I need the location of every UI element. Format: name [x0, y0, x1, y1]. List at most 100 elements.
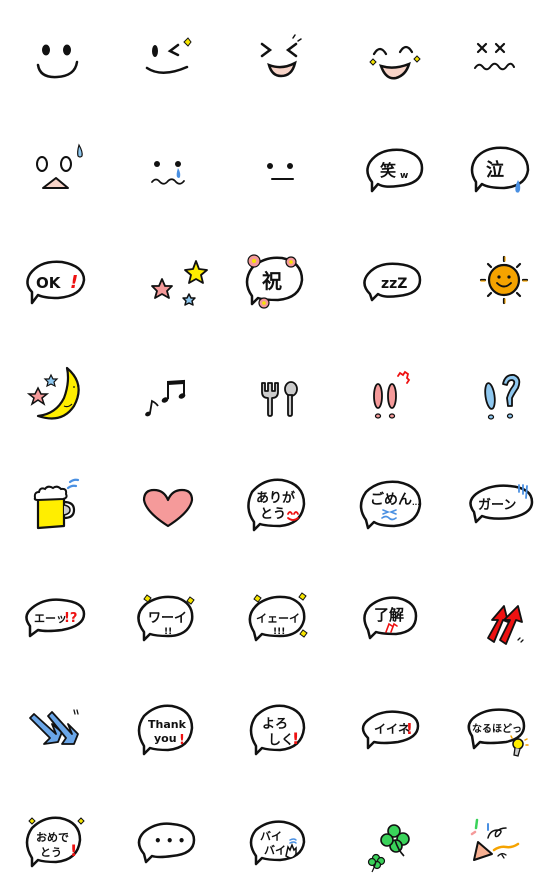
sticker-clover[interactable]	[336, 784, 448, 896]
sticker-roger-bubble[interactable]: 了解	[336, 560, 448, 672]
sticker-crying-face[interactable]	[112, 112, 224, 224]
speech-bubble-icon: ワーイ !!	[137, 594, 195, 642]
bubble-text: • • •	[154, 834, 185, 848]
sticker-grid: 笑 w 泣 OK ! 祝 zzZ ありが とう ごめん ... ガーン エーッ …	[0, 0, 560, 896]
bubble-accent: !	[179, 733, 185, 748]
sticker-smile-face[interactable]	[0, 0, 112, 112]
laugh-face-icon	[260, 34, 302, 78]
bubble-text: 泣	[486, 159, 504, 181]
sticker-heart[interactable]	[112, 448, 224, 560]
sticker-party-popper[interactable]	[448, 784, 560, 896]
bubble-text: zzZ	[381, 276, 407, 292]
dizzy-face-icon	[474, 42, 515, 71]
sticker-neutral-face[interactable]	[224, 112, 336, 224]
bubble-accent: !	[292, 729, 299, 748]
bubble-text: よろ	[262, 717, 288, 732]
bubble-text: エーッ	[34, 612, 67, 625]
bubble-text: ワーイ	[148, 611, 187, 626]
clover-icon	[367, 824, 410, 873]
bubble-subtext: !!!	[273, 627, 285, 637]
bubble-text-line2: バイ	[264, 844, 286, 857]
sticker-blue-down-arrows[interactable]	[0, 672, 112, 784]
bubble-text-line2: とう	[40, 846, 62, 859]
sticker-wink-face[interactable]	[112, 0, 224, 112]
sticker-moon-stars[interactable]	[0, 336, 112, 448]
sticker-ellipsis-bubble[interactable]: • • •	[112, 784, 224, 896]
bubble-text: Thank	[148, 718, 187, 731]
crying-face-icon	[151, 161, 185, 185]
sticker-ok-bubble[interactable]: OK !	[0, 224, 112, 336]
bubble-accent: !	[406, 720, 413, 738]
sticker-dizzy-face[interactable]	[448, 0, 560, 112]
red-up-arrows-icon	[487, 605, 524, 645]
sticker-exclamation-question[interactable]	[448, 336, 560, 448]
speech-bubble-icon: バイ バイ	[249, 820, 306, 866]
smile-face-icon	[36, 44, 79, 79]
speech-bubble-icon: ガーン	[469, 484, 534, 524]
stars-icon	[151, 260, 208, 306]
bubble-text: 祝	[262, 269, 282, 293]
exclamation-question-icon	[484, 374, 521, 420]
speech-bubble-icon: OK !	[26, 260, 86, 305]
sticker-cry-bubble[interactable]: 泣	[448, 112, 560, 224]
sticker-surprised-sweat-face[interactable]	[0, 112, 112, 224]
bubble-text: OK	[36, 274, 62, 292]
music-notes-icon	[145, 379, 186, 417]
happy-sparkle-face-icon	[369, 45, 421, 80]
speech-bubble-icon: 了解	[363, 596, 418, 640]
wink-face-icon	[145, 37, 192, 74]
sticker-yay-bubble[interactable]: ワーイ !!	[112, 560, 224, 672]
bubble-text: イイネ	[374, 722, 410, 736]
bubble-subtext: w	[400, 171, 408, 181]
sticker-naruhodo-bubble[interactable]: なるほどっ	[448, 672, 560, 784]
sticker-bye-bubble[interactable]: バイ バイ	[224, 784, 336, 896]
sticker-red-up-arrows[interactable]	[448, 560, 560, 672]
bubble-text: ガーン	[478, 498, 516, 513]
heart-icon	[142, 488, 194, 528]
sticker-yeah-bubble[interactable]: イェーイ !!!	[224, 560, 336, 672]
beer-mug-icon	[33, 478, 80, 530]
speech-bubble-icon: 泣	[470, 146, 530, 193]
sticker-music-notes[interactable]	[112, 336, 224, 448]
sticker-thanks-bubble[interactable]: ありが とう	[224, 448, 336, 560]
sticker-laugh-bubble[interactable]: 笑 w	[336, 112, 448, 224]
speech-bubble-icon: zzZ	[363, 262, 422, 302]
speech-bubble-icon: よろ しく !	[249, 704, 306, 756]
sticker-sleep-bubble[interactable]: zzZ	[336, 224, 448, 336]
sticker-shock-bubble[interactable]: ガーン	[448, 448, 560, 560]
fork-spoon-icon	[261, 381, 298, 417]
bubble-text: バイ	[260, 830, 282, 843]
sticker-yoroshiku-bubble[interactable]: よろ しく !	[224, 672, 336, 784]
sticker-thank-you-bubble[interactable]: Thank you !	[112, 672, 224, 784]
double-exclamation-icon	[373, 370, 411, 419]
bubble-text: ごめん	[370, 491, 412, 508]
sticker-laugh-face[interactable]	[224, 0, 336, 112]
speech-bubble-icon: イイネ !	[361, 710, 420, 750]
sticker-beer-mug[interactable]	[0, 448, 112, 560]
anger-mark-icon	[397, 370, 411, 384]
speech-bubble-icon: なるほどっ	[467, 708, 529, 757]
sticker-eh-bubble[interactable]: エーッ !?	[0, 560, 112, 672]
sticker-stars[interactable]	[112, 224, 224, 336]
sticker-congrats-bubble[interactable]: おめで とう !	[0, 784, 112, 896]
bubble-text: おめで	[36, 831, 69, 844]
speech-bubble-icon: ありが とう	[247, 478, 306, 532]
sticker-celebrate-bubble[interactable]: 祝	[224, 224, 336, 336]
party-popper-icon	[470, 818, 520, 861]
bubble-text: ありが	[256, 490, 295, 506]
sticker-fork-spoon[interactable]	[224, 336, 336, 448]
speech-bubble-icon: ごめん ...	[359, 480, 422, 530]
speech-bubble-icon: イェーイ !!!	[248, 592, 308, 642]
sticker-iine-bubble[interactable]: イイネ !	[336, 672, 448, 784]
bubble-text: 了解	[374, 606, 404, 624]
bubble-subtext: ...	[412, 499, 420, 507]
sticker-double-exclamation[interactable]	[336, 336, 448, 448]
bubble-text-line2: しく	[268, 733, 294, 748]
blue-down-arrows-icon	[29, 709, 79, 745]
sticker-sun[interactable]	[448, 224, 560, 336]
bubble-text: イェーイ	[256, 612, 300, 625]
bubble-accent: !?	[64, 611, 77, 626]
sticker-happy-sparkle-face[interactable]	[336, 0, 448, 112]
sticker-sorry-bubble[interactable]: ごめん ...	[336, 448, 448, 560]
speech-bubble-icon: 祝	[245, 254, 304, 309]
